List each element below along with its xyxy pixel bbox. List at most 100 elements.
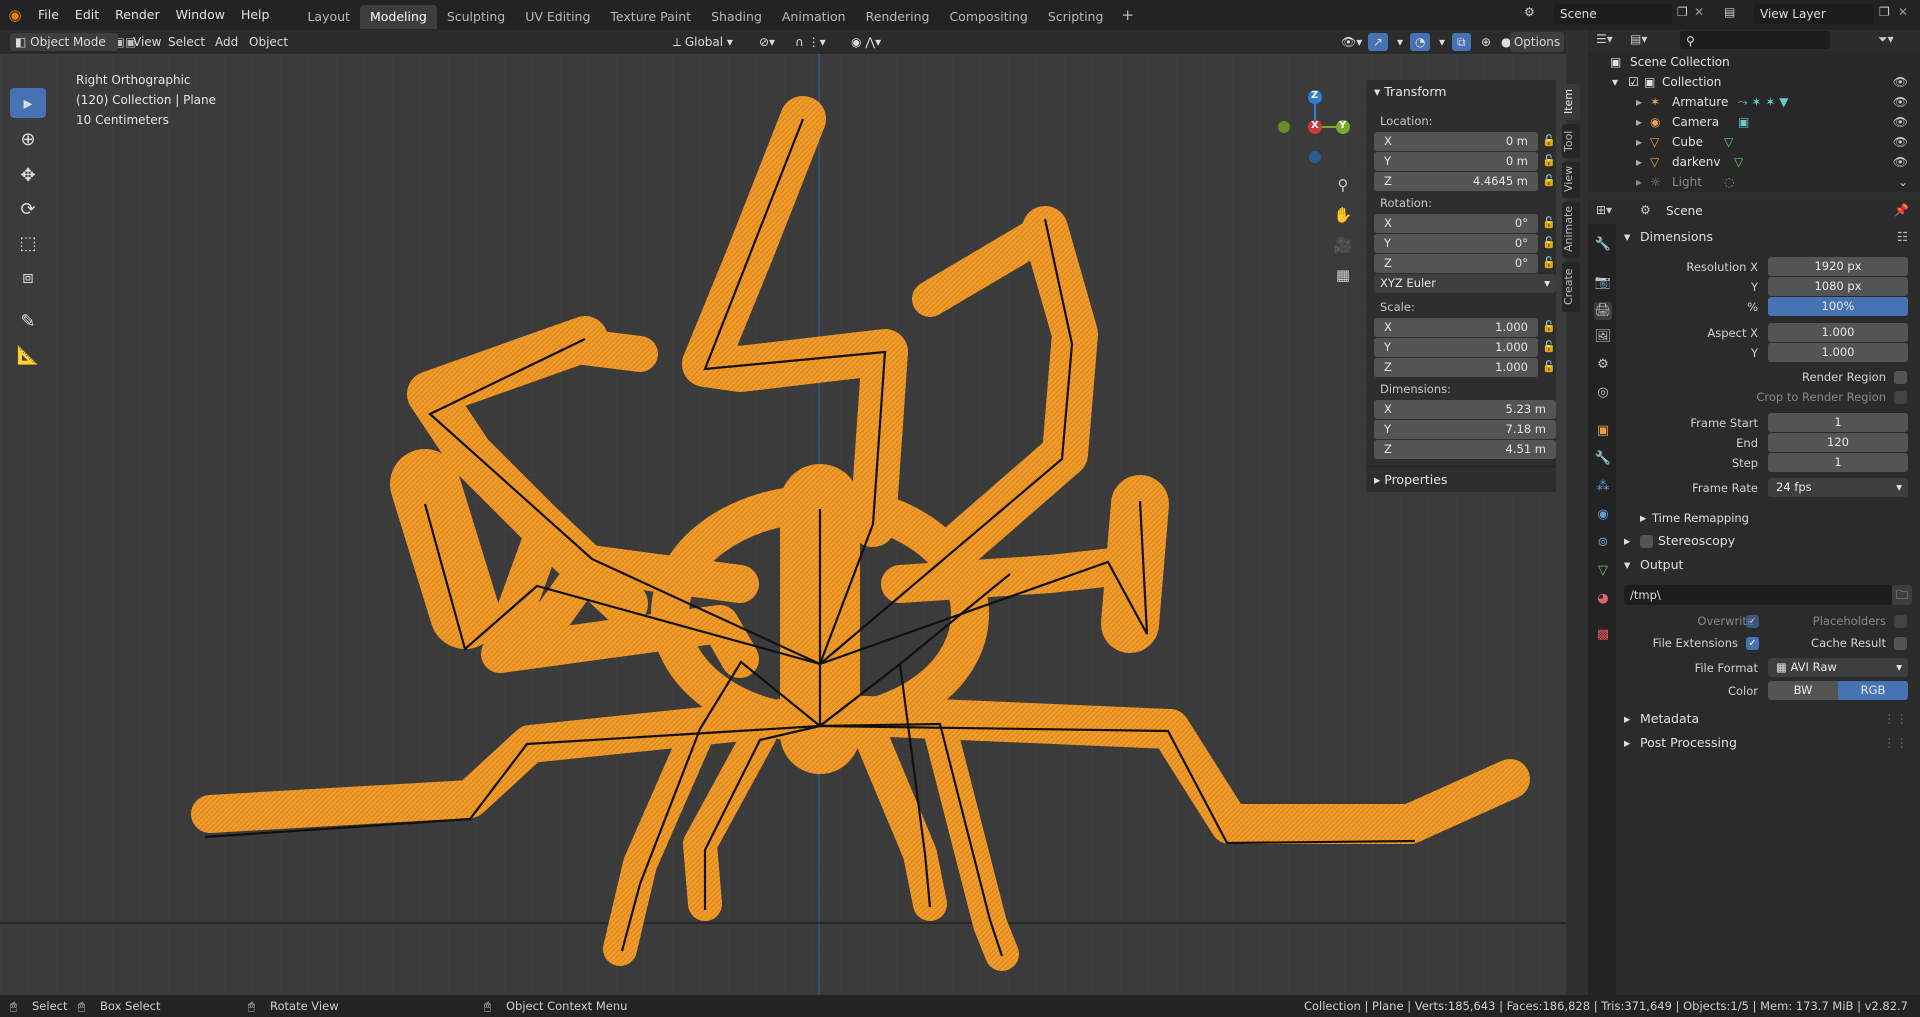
file-format-dropdown[interactable]: ▦ AVI Raw ▾	[1768, 658, 1908, 677]
move-tool[interactable]: ✥	[10, 160, 46, 190]
tab-texture-paint[interactable]: Texture Paint	[600, 5, 701, 29]
constraints-tab-icon[interactable]: ⊚	[1594, 534, 1612, 552]
menu-help[interactable]: Help	[233, 0, 278, 30]
location-x-field[interactable]: X 0 m	[1374, 132, 1538, 151]
expand-arrow-icon[interactable]: ▸	[1636, 112, 1642, 132]
tab-uv-editing[interactable]: UV Editing	[515, 5, 600, 29]
pivot-icon[interactable]: ⊘▾	[754, 33, 780, 51]
lock-icon[interactable]: 🔓	[1542, 236, 1556, 249]
frame-start-field[interactable]: 1	[1768, 413, 1908, 432]
tab-item[interactable]: Item	[1562, 84, 1580, 120]
tab-compositing[interactable]: Compositing	[939, 5, 1037, 29]
scale-tool[interactable]: ⬚	[10, 228, 46, 258]
metadata-section-header[interactable]: ▸ Metadata ⋮⋮	[1616, 708, 1920, 730]
placeholders-checkbox[interactable]	[1894, 615, 1907, 628]
expand-arrow-icon[interactable]: ▸	[1636, 152, 1642, 172]
menu-select[interactable]: Select	[163, 33, 210, 51]
render-region-checkbox[interactable]	[1894, 371, 1907, 384]
output-tab-icon[interactable]: 🖨	[1594, 302, 1612, 320]
lock-icon[interactable]: 🔓	[1542, 320, 1556, 333]
color-rgb-button[interactable]: RGB	[1838, 681, 1908, 700]
resolution-x-field[interactable]: 1920 px	[1768, 257, 1908, 276]
location-z-field[interactable]: Z 4.4645 m	[1374, 172, 1538, 191]
location-y-field[interactable]: Y 0 m	[1374, 152, 1538, 171]
visibility-icon[interactable]: 👁▾	[1336, 33, 1367, 51]
pin-icon[interactable]: 📌	[1894, 203, 1909, 217]
pan-icon[interactable]: ✋	[1330, 202, 1356, 228]
xray-toggle-icon[interactable]: ⧉	[1452, 33, 1471, 51]
object-tab-icon[interactable]: ▣	[1594, 422, 1612, 440]
outliner-row-darkenv[interactable]: ▸ ▽ darkenv ▽ 👁	[1588, 152, 1920, 172]
eye-icon[interactable]: 👁	[1893, 152, 1908, 172]
physics-tab-icon[interactable]: ◉	[1594, 506, 1612, 524]
view-layer-selector[interactable]: ▤ View Layer ❐ ✕	[1724, 3, 1920, 25]
dimensions-z-field[interactable]: Z 4.51 m	[1374, 440, 1556, 459]
overwrite-checkbox[interactable]: ✓	[1746, 615, 1759, 628]
measure-tool[interactable]: 📐	[10, 340, 46, 370]
outliner-row-armature[interactable]: ▸ ✶ Armature ⤳ ✶ ✶ ▼ 👁	[1588, 92, 1920, 112]
gizmo-dropdown-icon[interactable]: ▾	[1392, 33, 1408, 51]
annotate-tool[interactable]: ✎	[10, 306, 46, 336]
eye-icon[interactable]: 👁	[1893, 132, 1908, 152]
close-icon[interactable]: ✕	[1898, 5, 1908, 19]
zoom-icon[interactable]: ⚲	[1330, 172, 1356, 198]
data-tab-icon[interactable]: ▽	[1594, 562, 1612, 580]
lock-icon[interactable]: 🔓	[1542, 154, 1556, 167]
color-bw-button[interactable]: BW	[1768, 681, 1838, 700]
menu-edit[interactable]: Edit	[67, 0, 107, 30]
scene-name-field[interactable]: Scene	[1554, 4, 1672, 24]
outliner-editor-icon[interactable]: ☰▾	[1596, 32, 1613, 46]
proportional-edit-icon[interactable]: ◉ ⋀▾	[846, 33, 886, 51]
outliner-row-camera[interactable]: ▸ ◉ Camera ▣ 👁	[1588, 112, 1920, 132]
tab-scripting[interactable]: Scripting	[1038, 5, 1114, 29]
menu-view[interactable]: View	[128, 33, 166, 51]
overlays-toggle-icon[interactable]: ◔	[1410, 33, 1431, 51]
output-section-header[interactable]: ▾ Output	[1616, 554, 1920, 576]
rotation-y-field[interactable]: Y 0°	[1374, 234, 1538, 253]
snap-icon[interactable]: ∩ ⋮▾	[790, 33, 831, 51]
3d-viewport[interactable]: Right Orthographic (120) Collection | Pl…	[0, 54, 1566, 995]
tool-tab-icon[interactable]: 🔧	[1594, 236, 1612, 254]
drag-handle-icon[interactable]: ⋮⋮	[1883, 708, 1908, 730]
axis-gizmo-icon[interactable]	[1270, 84, 1350, 164]
navigation-gizmo[interactable]: Z X Y	[1270, 84, 1350, 164]
copy-icon[interactable]: ❐	[1677, 5, 1688, 19]
output-path-input[interactable]: /tmp\	[1624, 585, 1892, 605]
material-tab-icon[interactable]: ◕	[1594, 590, 1612, 608]
aspect-y-field[interactable]: 1.000	[1768, 343, 1908, 362]
cache-result-checkbox[interactable]	[1894, 637, 1907, 650]
scale-z-field[interactable]: Z 1.000	[1374, 358, 1538, 377]
aspect-x-field[interactable]: 1.000	[1768, 323, 1908, 342]
post-processing-section-header[interactable]: ▸ Post Processing ⋮⋮	[1616, 732, 1920, 754]
tab-tool[interactable]: Tool	[1562, 124, 1580, 158]
drag-handle-icon[interactable]: ⋮⋮	[1883, 732, 1908, 754]
outliner-row-cube[interactable]: ▸ ▽ Cube ▽ 👁	[1588, 132, 1920, 152]
checkbox-icon[interactable]: ☑	[1628, 72, 1639, 92]
frame-end-field[interactable]: 120	[1768, 433, 1908, 452]
presets-icon[interactable]: ☷	[1897, 226, 1908, 248]
tab-animation[interactable]: Animation	[772, 5, 856, 29]
lock-icon[interactable]: 🔓	[1542, 360, 1556, 373]
menu-object[interactable]: Object	[244, 33, 293, 51]
menu-render[interactable]: Render	[107, 0, 168, 30]
dimensions-section-header[interactable]: ▾ Dimensions ☷	[1616, 226, 1920, 248]
resolution-percent-slider[interactable]: 100%	[1768, 297, 1908, 316]
camera-view-icon[interactable]: 🎥	[1330, 232, 1356, 258]
tab-animate[interactable]: Animate	[1562, 202, 1580, 258]
render-tab-icon[interactable]: 📷	[1594, 274, 1612, 292]
viewport-canvas[interactable]	[0, 54, 1566, 995]
cursor-tool[interactable]: ⊕	[10, 124, 46, 154]
frame-step-field[interactable]: 1	[1768, 453, 1908, 472]
rotation-mode-dropdown[interactable]: XYZ Euler ▾	[1374, 274, 1556, 293]
menu-window[interactable]: Window	[168, 0, 233, 30]
rotation-z-field[interactable]: Z 0°	[1374, 254, 1538, 273]
scale-x-field[interactable]: X 1.000	[1374, 318, 1538, 337]
tab-sculpting[interactable]: Sculpting	[437, 5, 515, 29]
menu-file[interactable]: File	[30, 0, 67, 30]
modifier-tab-icon[interactable]: 🔧	[1594, 450, 1612, 468]
outliner-search-input[interactable]: ⚲	[1680, 31, 1830, 49]
eye-icon[interactable]: 👁	[1893, 92, 1908, 112]
lock-icon[interactable]: 🔓	[1542, 216, 1556, 229]
lock-icon[interactable]: 🔓	[1542, 134, 1556, 147]
close-icon[interactable]: ✕	[1694, 5, 1704, 19]
